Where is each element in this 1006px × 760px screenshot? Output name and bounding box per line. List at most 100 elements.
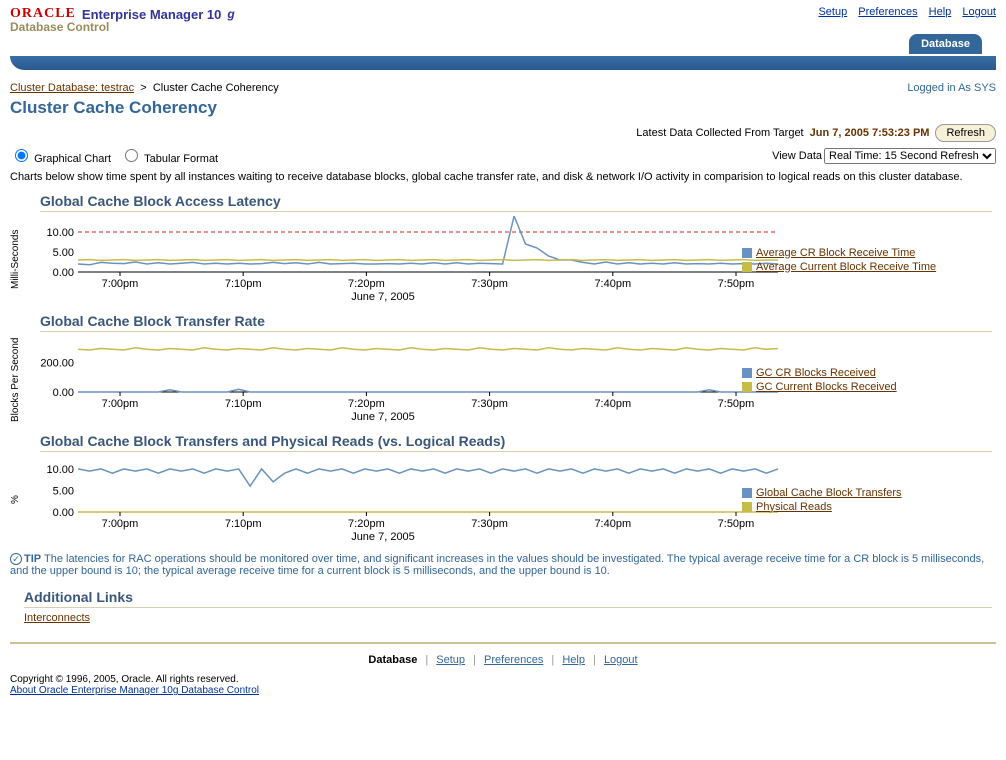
- svg-text:7:10pm: 7:10pm: [225, 518, 262, 530]
- additional-links-heading: Additional Links: [24, 589, 996, 605]
- radio-tabular-format[interactable]: Tabular Format: [120, 153, 218, 165]
- breadcrumb-sep: >: [140, 82, 146, 94]
- svg-text:7:30pm: 7:30pm: [471, 278, 508, 290]
- svg-text:200.00: 200.00: [40, 358, 74, 370]
- chart-svg-2: 0.00 5.00 10.00 7:00pm 7:10pm 7:20pm 7:30pm 7:4…: [32, 456, 782, 530]
- svg-text:7:40pm: 7:40pm: [594, 278, 631, 290]
- chart-block-2: % 0.00 5.00 10.00 7:00pm 7:10pm 7:20pm 7:30pm 7:…: [10, 456, 996, 543]
- legend-swatch: [742, 488, 752, 498]
- legend-link[interactable]: Global Cache Block Transfers: [756, 487, 902, 499]
- product-g: g: [227, 7, 234, 21]
- breadcrumb-current: Cluster Cache Coherency: [153, 82, 279, 94]
- footer-logout-link[interactable]: Logout: [604, 654, 638, 666]
- legend-item: Global Cache Block Transfers: [742, 487, 996, 499]
- svg-text:7:10pm: 7:10pm: [225, 278, 262, 290]
- chart-legend-0: Average CR Block Receive Time Average Cur…: [734, 216, 996, 303]
- legend-link[interactable]: Average CR Block Receive Time: [756, 247, 915, 259]
- tip-icon: ✓: [10, 553, 22, 565]
- chart-title-1: Global Cache Block Transfer Rate: [40, 313, 996, 329]
- chart-svg-1: 0.00200.007:00pm7:10pm7:20pm7:30pm7:40pm…: [32, 336, 782, 410]
- legend-item: GC CR Blocks Received: [742, 367, 996, 379]
- footer-preferences-link[interactable]: Preferences: [484, 654, 543, 666]
- refresh-row: Latest Data Collected From Target Jun 7,…: [10, 124, 996, 142]
- chart-underline: [40, 451, 992, 452]
- radio-tabular-input[interactable]: [125, 149, 138, 162]
- chart-underline: [40, 211, 992, 212]
- svg-text:7:20pm: 7:20pm: [348, 518, 385, 530]
- top-bar: ORACLE Enterprise Manager 10g Database C…: [10, 6, 996, 34]
- svg-text:7:40pm: 7:40pm: [594, 518, 631, 530]
- svg-text:7:00pm: 7:00pm: [102, 278, 139, 290]
- svg-text:0.00: 0.00: [53, 507, 74, 519]
- interconnects-link[interactable]: Interconnects: [24, 612, 90, 624]
- logged-in-label: Logged in As SYS: [907, 82, 996, 94]
- footer-database-link[interactable]: Database: [368, 654, 417, 666]
- tip-block: ✓TIP The latencies for RAC operations sh…: [10, 553, 996, 577]
- svg-text:5.00: 5.00: [53, 486, 74, 498]
- legend-link[interactable]: GC Current Blocks Received: [756, 381, 897, 393]
- svg-text:7:30pm: 7:30pm: [471, 398, 508, 410]
- chart-block-1: Blocks Per Second0.00200.007:00pm7:10pm7…: [10, 336, 996, 423]
- legend-swatch: [742, 248, 752, 258]
- radio-tabular-label: Tabular Format: [144, 153, 218, 165]
- footer-separator: [10, 642, 996, 644]
- database-control-label: Database Control: [10, 20, 235, 34]
- legend-swatch: [742, 502, 752, 512]
- legend-item: Average CR Block Receive Time: [742, 247, 996, 259]
- breadcrumb-link-cluster-db[interactable]: Cluster Database: testrac: [10, 82, 134, 94]
- footer-help-link[interactable]: Help: [562, 654, 585, 666]
- page-title: Cluster Cache Coherency: [10, 98, 996, 118]
- top-links: Setup Preferences Help Logout: [810, 6, 996, 18]
- data-collected-timestamp: Jun 7, 2005 7:53:23 PM: [810, 127, 930, 139]
- svg-text:7:20pm: 7:20pm: [348, 398, 385, 410]
- footer-setup-link[interactable]: Setup: [436, 654, 465, 666]
- breadcrumb: Logged in As SYS Cluster Database: testr…: [10, 82, 996, 94]
- radio-graphical-chart[interactable]: Graphical Chart: [10, 153, 111, 165]
- blue-band: [10, 56, 996, 70]
- refresh-button[interactable]: Refresh: [935, 124, 996, 142]
- copyright-text: Copyright © 1996, 2005, Oracle. All righ…: [10, 674, 239, 685]
- svg-text:0.00: 0.00: [53, 387, 74, 399]
- setup-link[interactable]: Setup: [818, 6, 847, 18]
- tip-label: TIP: [24, 553, 41, 565]
- legend-item: Average Current Block Receive Time: [742, 261, 996, 273]
- tab-row: Database: [10, 34, 996, 56]
- help-link[interactable]: Help: [929, 6, 952, 18]
- copyright-block: Copyright © 1996, 2005, Oracle. All righ…: [10, 674, 996, 696]
- footer-nav: Database | Setup | Preferences | Help | …: [10, 650, 996, 670]
- legend-item: Physical Reads: [742, 501, 996, 513]
- legend-swatch: [742, 382, 752, 392]
- chart-ylabel: %: [10, 456, 32, 543]
- view-row: Graphical Chart Tabular Format View Data…: [10, 146, 996, 165]
- logout-link[interactable]: Logout: [962, 6, 996, 18]
- description-text: Charts below show time spent by all inst…: [10, 171, 996, 183]
- radio-graphical-label: Graphical Chart: [34, 153, 111, 165]
- chart-underline: [40, 331, 992, 332]
- svg-text:7:20pm: 7:20pm: [348, 278, 385, 290]
- tab-database[interactable]: Database: [909, 34, 982, 54]
- chart-block-0: Milli-Seconds0.005.0010.007:00pm7:10pm7:…: [10, 216, 996, 303]
- svg-text:10.00: 10.00: [46, 227, 74, 239]
- chart-svg-0: 0.005.0010.007:00pm7:10pm7:20pm7:30pm7:4…: [32, 216, 782, 290]
- chart-x-date: June 7, 2005: [32, 531, 734, 543]
- legend-link[interactable]: Average Current Block Receive Time: [756, 261, 936, 273]
- svg-text:5.00: 5.00: [53, 247, 74, 259]
- legend-link[interactable]: GC CR Blocks Received: [756, 367, 876, 379]
- svg-text:7:30pm: 7:30pm: [471, 518, 508, 530]
- additional-links-underline: [24, 607, 992, 608]
- chart-ylabel: Milli-Seconds: [10, 216, 32, 303]
- view-data-select[interactable]: Real Time: 15 Second Refresh: [824, 148, 996, 164]
- data-collected-label: Latest Data Collected From Target: [636, 127, 803, 139]
- legend-link[interactable]: Physical Reads: [756, 501, 832, 513]
- svg-text:7:00pm: 7:00pm: [102, 518, 139, 530]
- svg-text:10.00: 10.00: [46, 464, 74, 476]
- preferences-link[interactable]: Preferences: [858, 6, 917, 18]
- chart-x-date: June 7, 2005: [32, 411, 734, 423]
- chart-legend-2: Global Cache Block Transfers Physical Rea…: [734, 456, 996, 543]
- legend-swatch: [742, 262, 752, 272]
- radio-graphical-input[interactable]: [15, 149, 28, 162]
- about-link[interactable]: About Oracle Enterprise Manager 10g Data…: [10, 685, 996, 696]
- chart-title-0: Global Cache Block Access Latency: [40, 193, 996, 209]
- svg-text:7:00pm: 7:00pm: [102, 398, 139, 410]
- tip-text: The latencies for RAC operations should …: [10, 553, 984, 577]
